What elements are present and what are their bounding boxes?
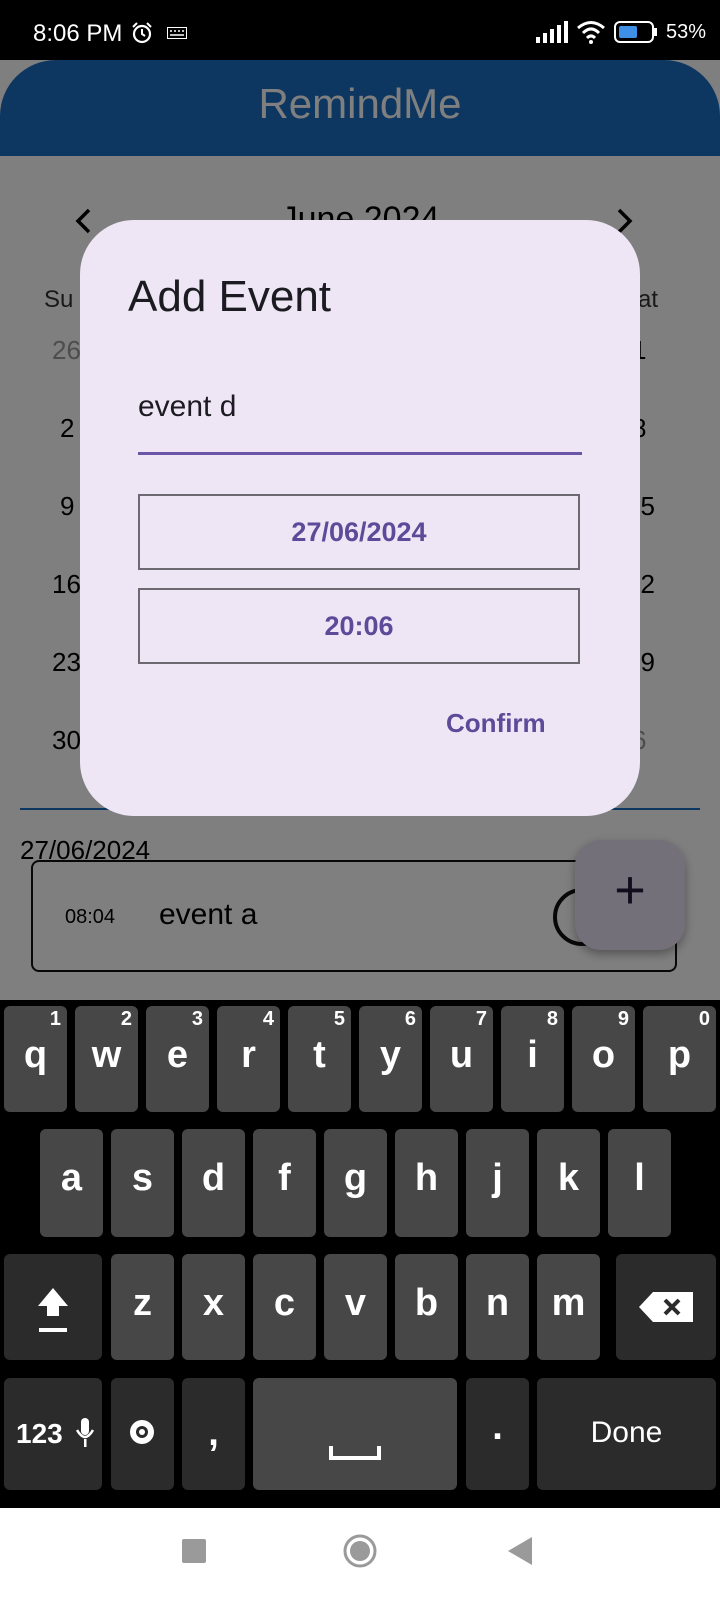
microphone-icon xyxy=(76,1418,94,1447)
key-z[interactable]: z xyxy=(111,1254,174,1360)
input-underline xyxy=(138,452,582,455)
status-bar: 8:06 PM 53% xyxy=(0,0,720,60)
key-o[interactable]: 9o xyxy=(572,1006,635,1112)
key-p[interactable]: 0p xyxy=(643,1006,716,1112)
done-key[interactable]: Done xyxy=(537,1378,716,1490)
key-h[interactable]: h xyxy=(395,1129,458,1237)
time-picker-button[interactable]: 20:06 xyxy=(138,588,580,664)
system-nav-bar xyxy=(0,1508,720,1600)
signal-icon xyxy=(535,21,568,43)
backspace-icon xyxy=(639,1292,693,1322)
backspace-key[interactable] xyxy=(616,1254,716,1360)
status-right-group: 53% xyxy=(535,19,706,45)
key-c[interactable]: c xyxy=(253,1254,316,1360)
event-name-input[interactable]: event d xyxy=(138,390,582,434)
key-w[interactable]: 2w xyxy=(75,1006,138,1112)
key-e[interactable]: 3e xyxy=(146,1006,209,1112)
key-m[interactable]: m xyxy=(537,1254,600,1360)
key-t[interactable]: 5t xyxy=(288,1006,351,1112)
recents-icon[interactable] xyxy=(182,1539,206,1563)
key-u[interactable]: 7u xyxy=(430,1006,493,1112)
key-y[interactable]: 6y xyxy=(359,1006,422,1112)
space-icon xyxy=(329,1446,381,1460)
alarm-icon xyxy=(132,22,152,44)
shift-key[interactable] xyxy=(4,1254,102,1360)
dialog-title: Add Event xyxy=(128,272,332,321)
add-event-dialog: Add Event event d 27/06/2024 20:06 Confi… xyxy=(80,220,640,816)
key-b[interactable]: b xyxy=(395,1254,458,1360)
key-j[interactable]: j xyxy=(466,1129,529,1237)
space-key[interactable] xyxy=(253,1378,457,1490)
keyboard-indicator-icon xyxy=(167,27,187,39)
key-i[interactable]: 8i xyxy=(501,1006,564,1112)
key-d[interactable]: d xyxy=(182,1129,245,1237)
wifi-icon xyxy=(577,21,605,44)
comma-key[interactable]: , xyxy=(182,1378,245,1490)
key-q[interactable]: 1q xyxy=(4,1006,67,1112)
key-g[interactable]: g xyxy=(324,1129,387,1237)
status-time: 8:06 PM xyxy=(33,20,123,47)
key-s[interactable]: s xyxy=(111,1129,174,1237)
key-r[interactable]: 4r xyxy=(217,1006,280,1112)
date-picker-button[interactable]: 27/06/2024 xyxy=(138,494,580,570)
confirm-button[interactable]: Confirm xyxy=(446,708,546,739)
battery-percent: 53% xyxy=(665,20,706,43)
key-l[interactable]: l xyxy=(608,1129,671,1237)
settings-key[interactable] xyxy=(111,1378,174,1490)
period-key[interactable]: . xyxy=(466,1378,529,1490)
key-f[interactable]: f xyxy=(253,1129,316,1237)
symbols-key[interactable]: 123 xyxy=(4,1378,102,1490)
shift-icon xyxy=(38,1288,68,1332)
soft-keyboard: 1q 2w 3e 4r 5t 6y 7u 8i 9o 0p a s d f g … xyxy=(0,1000,720,1508)
back-icon[interactable] xyxy=(508,1537,534,1565)
key-k[interactable]: k xyxy=(537,1129,600,1237)
key-x[interactable]: x xyxy=(182,1254,245,1360)
key-n[interactable]: n xyxy=(466,1254,529,1360)
app-screen: RemindMe June 2024 Su Sat 26 2 9 16 23 3… xyxy=(0,60,720,1000)
battery-icon xyxy=(613,21,657,43)
gear-icon xyxy=(130,1420,154,1444)
home-icon[interactable] xyxy=(342,1533,378,1569)
key-v[interactable]: v xyxy=(324,1254,387,1360)
key-a[interactable]: a xyxy=(40,1129,103,1237)
